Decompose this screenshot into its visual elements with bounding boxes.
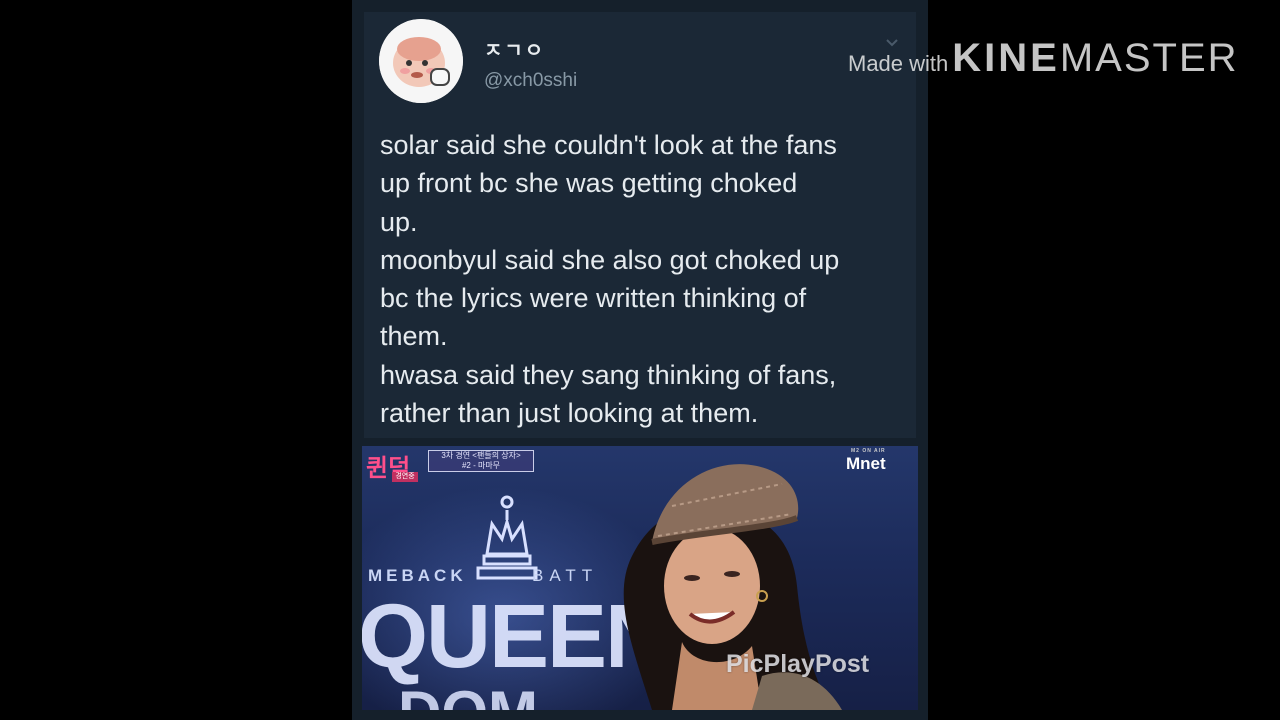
app-watermark: PicPlayPost [726, 650, 870, 678]
watermark-brand-bold: KINE [952, 36, 1060, 80]
display-name[interactable]: ㅈㄱㅇ [484, 34, 545, 63]
watermark-brand-light: MASTER [1059, 36, 1239, 80]
avatar[interactable] [379, 19, 463, 103]
caption-line: #2 - 마마무 [461, 461, 501, 470]
backdrop-big-text-2: DOM [398, 678, 538, 710]
tweet-line: up. [380, 206, 418, 237]
caption-line: 3차 경연 <팬들의 상자> [441, 451, 521, 460]
tweet-card[interactable]: ㅈㄱㅇ @xch0sshi solar said she couldn't lo… [364, 12, 916, 438]
tweet-line: them. [380, 321, 448, 352]
tweet-line: bc the lyrics were written thinking of [380, 283, 807, 314]
tag-label: 경연중 [392, 472, 418, 482]
tweet-line: rather than just looking at them. [380, 398, 759, 429]
tweet-line: up front bc she was getting choked [380, 168, 798, 199]
tweet-line: moonbyul said she also got choked up [380, 244, 840, 275]
phone-screen: ㅈㄱㅇ @xch0sshi solar said she couldn't lo… [352, 0, 928, 720]
tweet-line: hwasa said they sang thinking of fans, [380, 359, 837, 390]
watermark-made-with: Made with [848, 51, 949, 76]
backdrop-text-left: MEBACK [368, 566, 467, 585]
backdrop-text-right: BATT [532, 566, 599, 585]
tweet-media-image[interactable]: 퀸덤 경연중 3차 경연 <팬들의 상자> #2 - 마마무 M2 ON AIR… [362, 446, 918, 710]
tweet-line: solar said she couldn't look at the fans [380, 130, 837, 160]
kinemaster-watermark: Made with KINEMASTER [848, 36, 1239, 81]
user-handle[interactable]: @xch0sshi [484, 70, 577, 92]
tweet-text: solar said she couldn't look at the fans… [380, 126, 910, 432]
broadcast-caption: 3차 경연 <팬들의 상자> #2 - 마마무 [428, 450, 534, 472]
